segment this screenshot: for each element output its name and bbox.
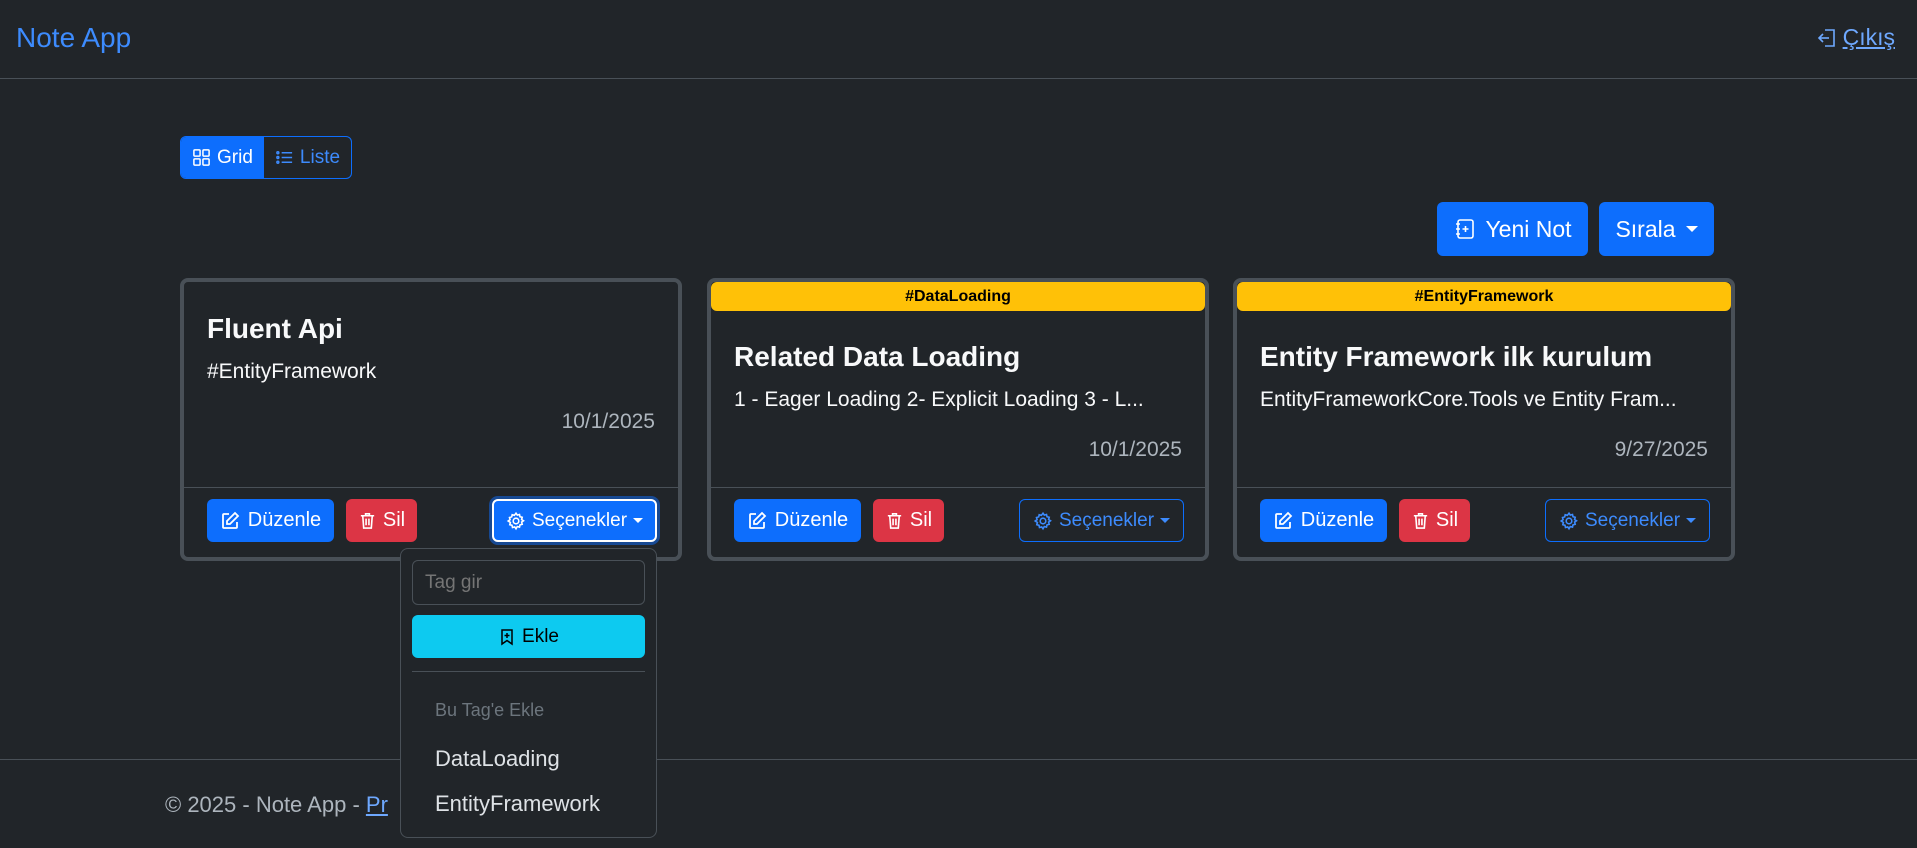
list-view-label: Liste [299, 146, 341, 168]
copyright-label: © 2025 - Note App - [165, 792, 366, 817]
options-dropdown-menu: Ekle Bu Tag'e Ekle DataLoading EntityFra… [400, 548, 657, 838]
delete-label: Sil [382, 509, 406, 531]
page-footer: © 2025 - Note App - Pr [0, 759, 1917, 848]
note-text: EntityFrameworkCore.Tools ve Entity Fram… [1260, 388, 1677, 411]
options-dropdown-button[interactable]: Seçenekler [1545, 499, 1710, 542]
note-title: Related Data Loading [734, 341, 1021, 372]
note-card: Fluent Api #EntityFramework 10/1/2025 Dü… [180, 278, 682, 561]
delete-label: Sil [909, 509, 933, 531]
note-tag-badge: #DataLoading [711, 282, 1205, 311]
note-tag-badge: #EntityFramework [1237, 282, 1731, 311]
card-footer: Düzenle Sil Seçenekler [711, 487, 1205, 557]
dropdown-divider [412, 671, 645, 672]
card-footer: Düzenle Sil Seçenekler [1237, 487, 1731, 557]
delete-label: Sil [1435, 509, 1459, 531]
new-note-label: Yeni Not [1485, 215, 1572, 242]
delete-button[interactable]: Sil [346, 499, 417, 542]
grid-view-button[interactable]: Grid [181, 137, 264, 178]
dropdown-item-dataloading[interactable]: DataLoading [435, 746, 560, 772]
grid-icon [193, 149, 210, 166]
privacy-link[interactable]: Pr [366, 792, 388, 817]
note-date: 10/1/2025 [1088, 438, 1182, 461]
tag-input[interactable] [412, 560, 645, 605]
dropdown-item-entityframework[interactable]: EntityFramework [435, 791, 600, 817]
edit-button[interactable]: Düzenle [734, 499, 861, 542]
add-tag-label: Ekle [522, 625, 559, 647]
new-note-icon [1456, 219, 1475, 239]
logout-icon [1817, 28, 1835, 47]
edit-button[interactable]: Düzenle [207, 499, 334, 542]
sort-label: Sırala [1615, 215, 1676, 242]
options-label: Seçenekler [531, 509, 628, 531]
gear-icon [1559, 511, 1578, 530]
note-card: #DataLoading Related Data Loading 1 - Ea… [707, 278, 1209, 561]
sort-dropdown-button[interactable]: Sırala [1599, 202, 1714, 256]
add-tag-button[interactable]: Ekle [412, 615, 645, 658]
edit-label: Düzenle [774, 509, 849, 531]
edit-button[interactable]: Düzenle [1260, 499, 1387, 542]
chevron-down-icon [1686, 518, 1697, 523]
note-date: 10/1/2025 [561, 410, 655, 433]
note-text: 1 - Eager Loading 2- Explicit Loading 3 … [734, 388, 1144, 411]
gear-icon [1033, 511, 1052, 530]
copyright-text: © 2025 - Note App - Pr [165, 792, 388, 818]
list-view-button[interactable]: Liste [264, 137, 351, 178]
grid-view-label: Grid [217, 146, 253, 168]
logout-link[interactable]: Çıkış [1815, 24, 1895, 51]
brand-link[interactable]: Note App [16, 22, 131, 54]
edit-icon [748, 511, 767, 529]
note-title: Fluent Api [207, 313, 343, 344]
edit-icon [221, 511, 240, 529]
card-footer: Düzenle Sil Seçenekler [184, 487, 678, 557]
edit-icon [1274, 511, 1293, 529]
delete-button[interactable]: Sil [873, 499, 944, 542]
note-text: #EntityFramework [207, 360, 377, 383]
options-dropdown-button[interactable]: Seçenekler [1019, 499, 1184, 542]
logout-label: Çıkış [1842, 24, 1895, 50]
note-card: #EntityFramework Entity Framework ilk ku… [1233, 278, 1735, 561]
new-note-button[interactable]: Yeni Not [1437, 202, 1588, 256]
chevron-down-icon [1160, 518, 1171, 523]
edit-label: Düzenle [1300, 509, 1375, 531]
options-label: Seçenekler [1584, 509, 1681, 531]
edit-label: Düzenle [247, 509, 322, 531]
trash-icon [887, 513, 902, 529]
note-date: 9/27/2025 [1614, 438, 1708, 461]
chevron-down-icon [1685, 226, 1698, 232]
delete-button[interactable]: Sil [1399, 499, 1470, 542]
options-label: Seçenekler [1058, 509, 1155, 531]
trash-icon [1413, 513, 1428, 529]
view-toggle: Grid Liste [180, 136, 353, 179]
dropdown-header: Bu Tag'e Ekle [435, 700, 545, 720]
bookmark-plus-icon [501, 628, 513, 645]
navbar: Note App Çıkış [0, 0, 1917, 79]
trash-icon [360, 513, 375, 529]
chevron-down-icon [633, 518, 644, 523]
gear-icon [506, 511, 525, 530]
note-title: Entity Framework ilk kurulum [1260, 341, 1653, 372]
list-icon [276, 151, 293, 164]
options-dropdown-button[interactable]: Seçenekler [492, 499, 657, 542]
